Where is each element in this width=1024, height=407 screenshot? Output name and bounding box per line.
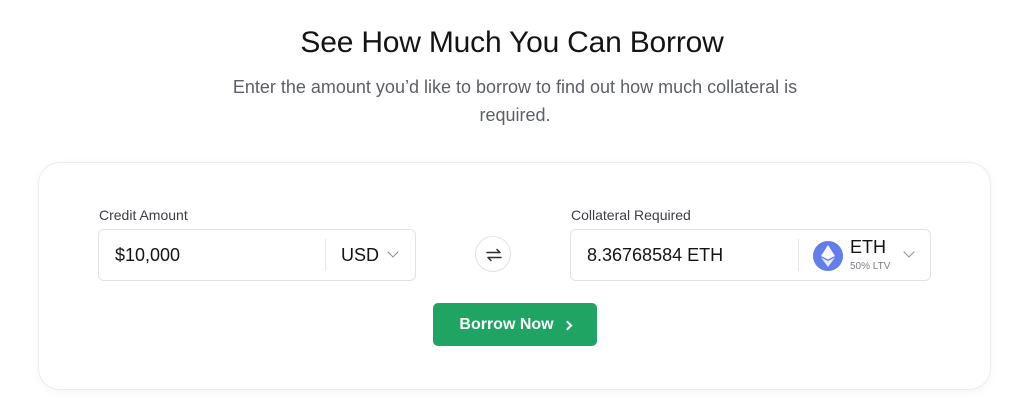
swap-button[interactable]: [475, 236, 511, 272]
borrow-calculator-page: See How Much You Can Borrow Enter the am…: [0, 0, 1024, 407]
page-subtitle: Enter the amount you’d like to borrow to…: [232, 77, 798, 125]
field-divider: [325, 239, 326, 271]
borrow-now-label: Borrow Now: [459, 315, 554, 333]
currency-select[interactable]: USD: [327, 230, 415, 280]
page-title: See How Much You Can Borrow: [300, 26, 724, 59]
credit-amount-field[interactable]: $10,000 USD: [98, 229, 416, 281]
ethereum-icon: [813, 241, 843, 271]
chevron-right-icon: [562, 320, 573, 330]
currency-select-value: USD: [341, 245, 380, 265]
collateral-required-value: 8.36768584 ETH: [587, 245, 724, 265]
collateral-required-label: Collateral Required: [571, 207, 691, 223]
credit-amount-input[interactable]: $10,000: [115, 230, 180, 280]
swap-arrows-icon: [486, 248, 502, 262]
borrow-now-button[interactable]: Borrow Now: [433, 303, 597, 346]
collateral-asset-symbol: ETH: [850, 237, 886, 257]
chevron-down-icon: [387, 246, 399, 258]
collateral-asset-ltv: 50% LTV: [850, 261, 891, 272]
credit-amount-label: Credit Amount: [99, 207, 188, 223]
field-divider: [798, 239, 799, 271]
